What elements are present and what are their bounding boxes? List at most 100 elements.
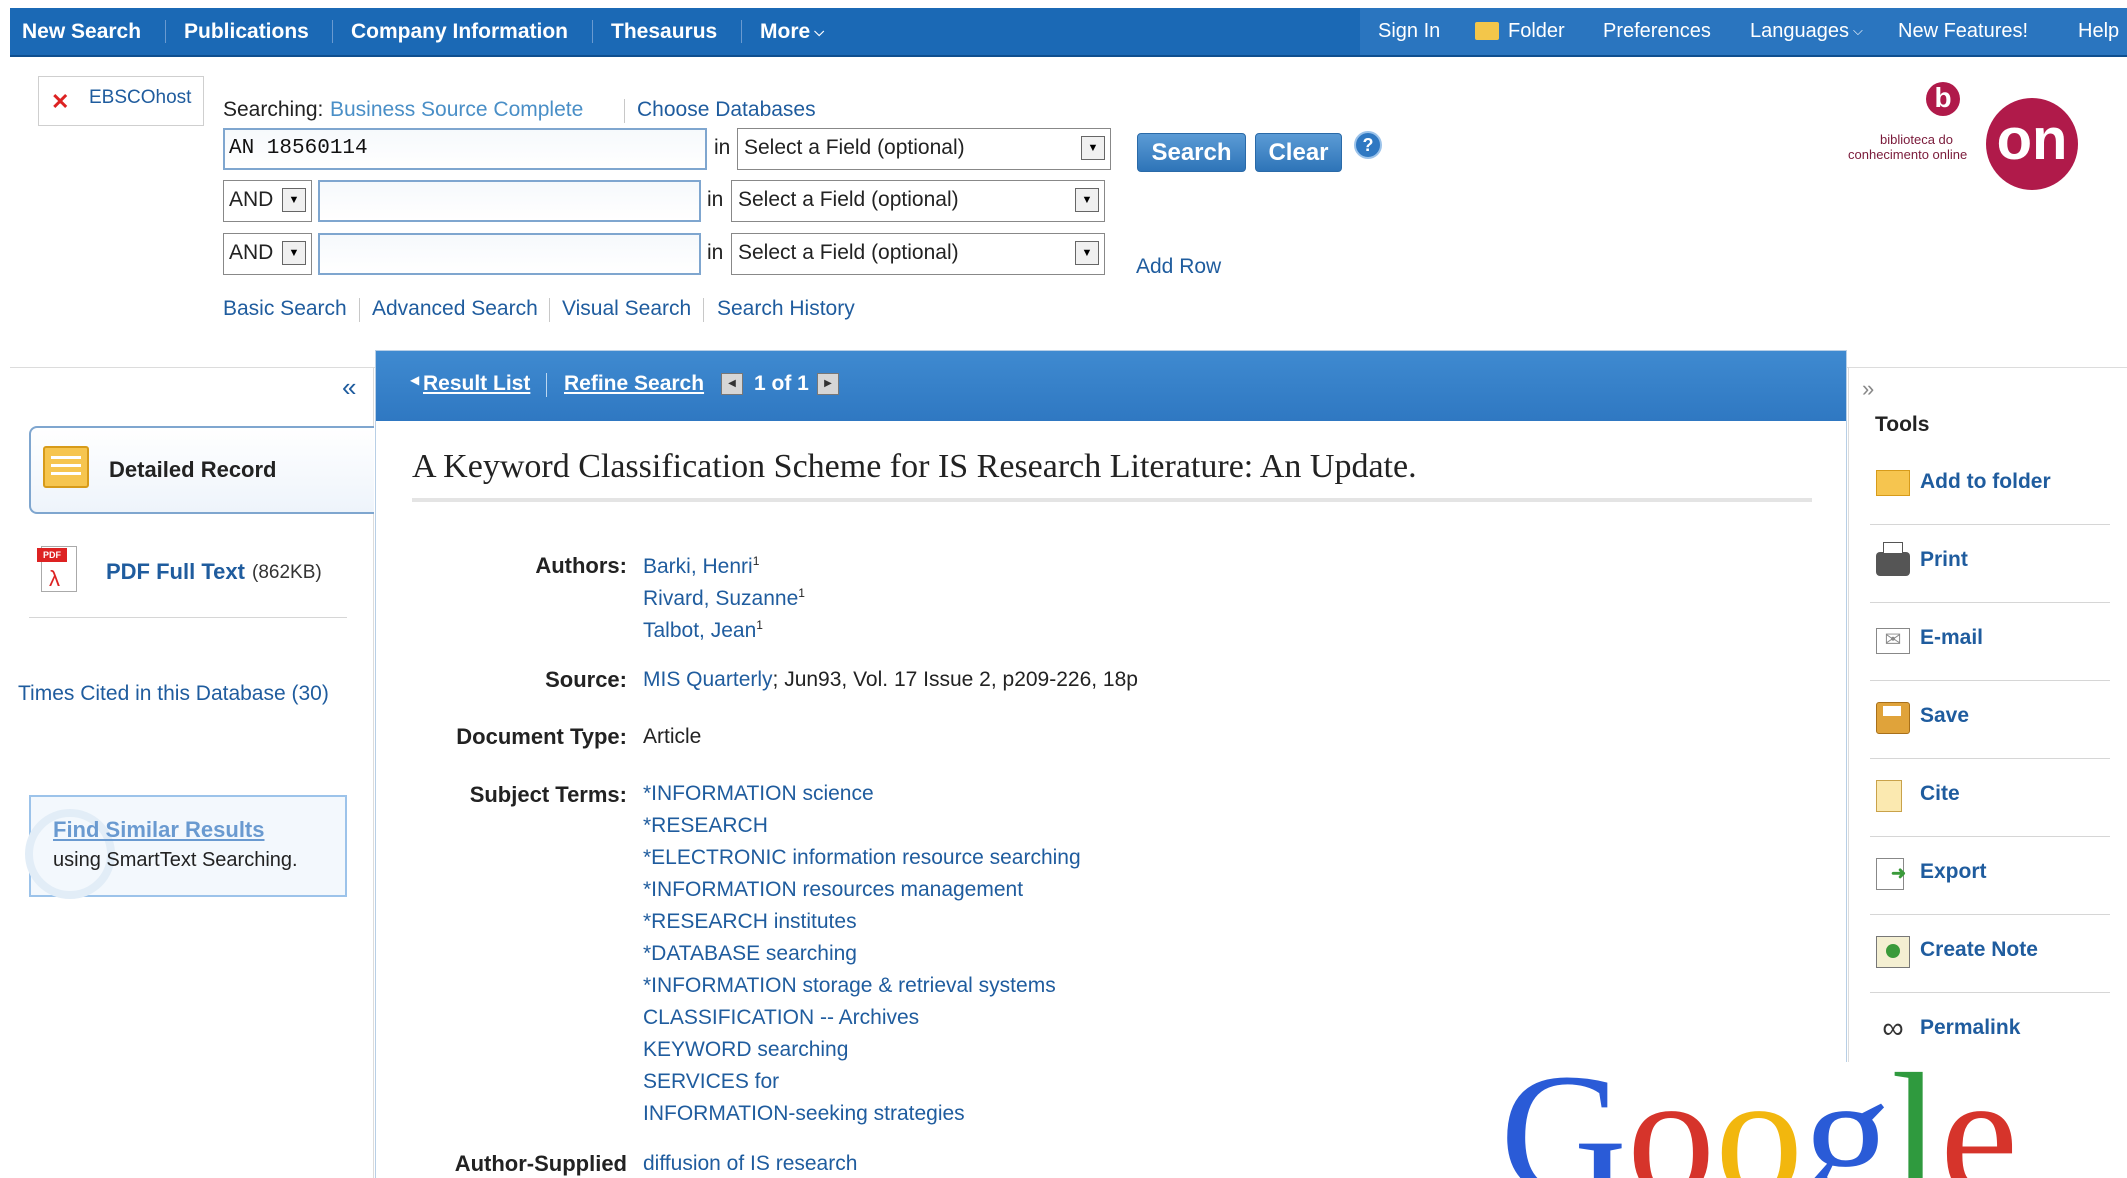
subject-term[interactable]: CLASSIFICATION -- Archives [643, 1006, 1443, 1038]
next-record-icon[interactable]: ▶ [817, 373, 839, 395]
cite-icon [1876, 780, 1902, 812]
search-button[interactable]: Search [1137, 133, 1246, 172]
nav-help[interactable]: Help [2078, 8, 2119, 55]
subject-term-link[interactable]: SERVICES for [643, 1070, 779, 1093]
subject-term-link[interactable]: INFORMATION-seeking strategies [643, 1102, 965, 1125]
author-supplied-value[interactable]: diffusion of IS research [643, 1152, 857, 1176]
subject-term[interactable]: *DATABASE searching [643, 942, 1443, 974]
nav-languages-label: Languages [1750, 20, 1849, 42]
subject-term-link[interactable]: CLASSIFICATION -- Archives [643, 1006, 919, 1029]
nav-new-features[interactable]: New Features! [1898, 8, 2028, 55]
expand-right-icon[interactable]: » [1862, 376, 1874, 402]
database-name[interactable]: Business Source Complete [330, 98, 583, 122]
boolean-select-2[interactable]: AND ▼ [223, 180, 312, 222]
subject-term-link[interactable]: *INFORMATION resources management [643, 878, 1023, 901]
choose-databases-link[interactable]: Choose Databases [637, 98, 816, 122]
visual-search-link[interactable]: Visual Search [562, 297, 691, 321]
nav-sign-in[interactable]: Sign In [1378, 8, 1440, 55]
nav-thesaurus[interactable]: Thesaurus [611, 8, 717, 55]
tool-save[interactable]: Save [1870, 680, 2110, 759]
subject-term-link[interactable]: *DATABASE searching [643, 942, 857, 965]
b-on-logo-text2: conhecimento online [1848, 147, 1968, 162]
tool-permalink-label: Permalink [1920, 1016, 2021, 1039]
subject-term[interactable]: *ELECTRONIC information resource searchi… [643, 846, 1443, 878]
detailed-record-tab[interactable]: Detailed Record [29, 426, 374, 514]
tool-email[interactable]: ✉ E-mail [1870, 602, 2110, 681]
advanced-search-link[interactable]: Advanced Search [372, 297, 538, 321]
pdf-full-text-link[interactable]: PDF Full Text [106, 559, 245, 585]
dropdown-arrow-icon: ▼ [1081, 136, 1105, 160]
nav-preferences[interactable]: Preferences [1603, 8, 1711, 55]
author-1[interactable]: Barki, Henri1 [643, 554, 759, 579]
broken-image-icon: ✕ [51, 89, 70, 114]
google-logo-text: Google [1500, 1062, 2019, 1178]
nav-folder[interactable]: Folder [1508, 8, 1565, 55]
title-rule [412, 498, 1812, 502]
add-row-link[interactable]: Add Row [1136, 255, 1221, 279]
subject-term-link[interactable]: *ELECTRONIC information resource searchi… [643, 846, 1081, 869]
subject-term-link[interactable]: *RESEARCH [643, 814, 768, 837]
result-list-link[interactable]: Result List [423, 372, 530, 396]
author-1-link[interactable]: Barki, Henri [643, 555, 753, 578]
nav-languages[interactable]: Languages ⌵ [1750, 8, 1863, 55]
author-3[interactable]: Talbot, Jean1 [643, 618, 763, 643]
subject-term[interactable]: *INFORMATION resources management [643, 878, 1443, 910]
nav-company-information[interactable]: Company Information [351, 8, 568, 55]
subject-term-link[interactable]: *INFORMATION storage & retrieval systems [643, 974, 1056, 997]
subject-term-link[interactable]: *RESEARCH institutes [643, 910, 857, 933]
clear-button[interactable]: Clear [1255, 133, 1342, 172]
tool-add-to-folder[interactable]: Add to folder [1870, 446, 2110, 525]
times-cited-link[interactable]: Times Cited in this Database (30) [18, 682, 329, 706]
nav-publications[interactable]: Publications [184, 8, 309, 55]
source-journal-link[interactable]: MIS Quarterly [643, 668, 773, 691]
search-history-link[interactable]: Search History [717, 297, 855, 321]
subject-term[interactable]: *INFORMATION science [643, 782, 1443, 814]
nav-more[interactable]: More ⌵ [760, 8, 824, 55]
help-icon[interactable]: ? [1354, 131, 1382, 159]
subject-term[interactable]: *RESEARCH [643, 814, 1443, 846]
subject-term[interactable]: *INFORMATION storage & retrieval systems [643, 974, 1443, 1006]
field-select-2[interactable]: Select a Field (optional) ▼ [731, 180, 1105, 222]
prev-record-icon[interactable]: ◀ [721, 373, 743, 395]
ebscohost-logo[interactable]: ✕ EBSCOhost [38, 76, 204, 126]
boolean-select-3[interactable]: AND ▼ [223, 233, 312, 275]
field-select-1-value: Select a Field (optional) [744, 136, 965, 159]
printer-paper [1883, 542, 1903, 554]
find-similar-box[interactable]: Find Similar Results using SmartText Sea… [25, 795, 347, 899]
searching-label: Searching: [223, 98, 324, 121]
refine-search-link[interactable]: Refine Search [564, 372, 704, 396]
field-select-1[interactable]: Select a Field (optional) ▼ [737, 128, 1111, 170]
search-input-1[interactable]: AN 18560114 [223, 128, 707, 170]
subject-term[interactable]: *RESEARCH institutes [643, 910, 1443, 942]
field-select-3[interactable]: Select a Field (optional) ▼ [731, 233, 1105, 275]
tool-create-note[interactable]: Create Note [1870, 914, 2110, 993]
note-icon [1876, 936, 1910, 968]
subject-term[interactable]: INFORMATION-seeking strategies [643, 1102, 1443, 1134]
author-3-link[interactable]: Talbot, Jean [643, 619, 756, 642]
document-type-label: Document Type: [456, 724, 627, 749]
record-title: A Keyword Classification Scheme for IS R… [412, 448, 1417, 485]
author-2-link[interactable]: Rivard, Suzanne [643, 587, 798, 610]
subject-term-link[interactable]: KEYWORD searching [643, 1038, 848, 1061]
find-similar-link[interactable]: Find Similar Results [53, 817, 265, 843]
subject-term-link[interactable]: *INFORMATION science [643, 782, 874, 805]
tool-export[interactable]: ➜ Export [1870, 836, 2110, 915]
nav-new-search[interactable]: New Search [22, 8, 141, 55]
search-input-2[interactable] [318, 180, 701, 222]
author-supplied-label: Author-Supplied [454, 1151, 627, 1176]
author-2[interactable]: Rivard, Suzanne1 [643, 586, 805, 611]
tool-add-to-folder-label: Add to folder [1920, 470, 2051, 493]
author-supplied-link[interactable]: diffusion of IS research [643, 1152, 857, 1175]
export-icon: ➜ [1876, 858, 1906, 890]
subject-term[interactable]: SERVICES for [643, 1070, 1443, 1102]
tool-print[interactable]: Print [1870, 524, 2110, 603]
in-label: in [707, 241, 724, 264]
b-on-logo-b: b [1926, 82, 1960, 116]
tool-permalink[interactable]: ∞ Permalink [1870, 992, 2110, 1070]
collapse-left-icon[interactable]: « [342, 372, 356, 403]
search-input-3[interactable] [318, 233, 701, 275]
basic-search-link[interactable]: Basic Search [223, 297, 347, 321]
tool-print-label: Print [1920, 548, 1968, 571]
tool-cite[interactable]: Cite [1870, 758, 2110, 837]
subject-term[interactable]: KEYWORD searching [643, 1038, 1443, 1070]
